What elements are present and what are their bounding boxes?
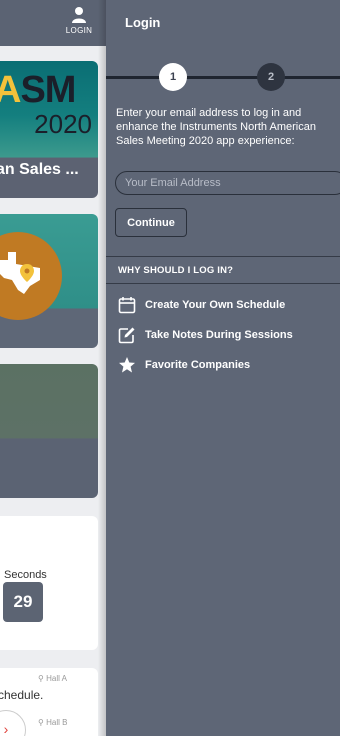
- seconds-value: 29: [3, 582, 43, 622]
- seconds-label: Seconds: [4, 569, 47, 581]
- benefit-label: Favorite Companies: [145, 359, 251, 371]
- divider: [106, 256, 340, 257]
- divider: [106, 283, 340, 284]
- benefit-item-favorites: Favorite Companies: [118, 355, 250, 375]
- person-icon: [72, 7, 86, 23]
- top-bar: LOGIN: [0, 0, 106, 46]
- photo-card[interactable]: [0, 364, 98, 498]
- edit-note-icon: [118, 327, 135, 344]
- step-progress-line: [106, 76, 340, 79]
- login-intro-text: Enter your email address to log in and e…: [116, 107, 316, 147]
- step-2-indicator: 2: [257, 63, 285, 91]
- calendar-icon: [118, 297, 136, 314]
- schedule-card[interactable]: ⚲ Hall A chedule. ⚲ Hall B ›: [0, 668, 98, 736]
- event-caption: an Sales ...: [0, 161, 79, 178]
- location-card[interactable]: [0, 214, 98, 348]
- star-icon: [119, 357, 135, 373]
- login-panel: Login 1 2 Enter your email address to lo…: [106, 0, 340, 736]
- step-1-indicator: 1: [159, 63, 187, 91]
- texas-map-icon: [0, 252, 40, 294]
- panel-shadow: [98, 0, 106, 736]
- benefit-label: Create Your Own Schedule: [145, 299, 286, 311]
- login-nav-label: LOGIN: [65, 26, 93, 35]
- panel-title: Login: [125, 15, 161, 30]
- continue-button[interactable]: Continue: [115, 208, 187, 237]
- hall-a-label: ⚲ Hall A: [38, 674, 67, 683]
- event-year: 2020: [34, 109, 92, 139]
- email-input[interactable]: [115, 171, 340, 195]
- event-card-banner[interactable]: ASM 2020 an Sales ...: [0, 61, 98, 198]
- login-nav-button[interactable]: LOGIN: [60, 6, 98, 35]
- chevron-right-icon[interactable]: ›: [0, 710, 26, 736]
- benefit-label: Take Notes During Sessions: [145, 329, 293, 341]
- benefit-item-schedule: Create Your Own Schedule: [118, 295, 285, 315]
- why-login-heading: WHY SHOULD I LOG IN?: [118, 265, 234, 276]
- hall-b-label: ⚲ Hall B: [38, 718, 68, 727]
- schedule-text: chedule.: [0, 688, 44, 702]
- benefit-item-notes: Take Notes During Sessions: [118, 325, 293, 345]
- event-brand-text: ASM: [0, 69, 76, 111]
- countdown-card: Seconds 29: [0, 516, 98, 650]
- background-app: LOGIN ASM 2020 an Sales ... Seconds 29 ⚲…: [0, 0, 106, 736]
